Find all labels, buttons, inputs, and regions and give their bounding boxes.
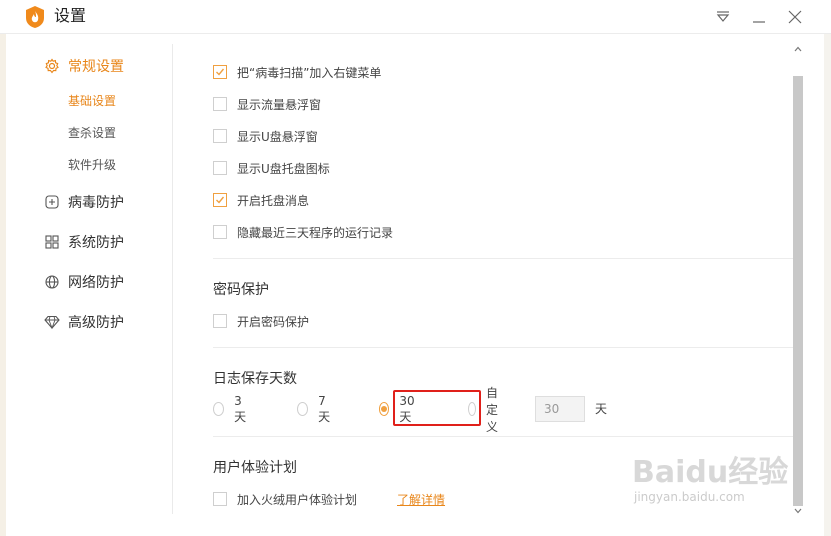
option-label: 显示U盘悬浮窗	[237, 129, 318, 144]
baidu-watermark: Baidu经验 jingyan.baidu.com	[632, 456, 822, 522]
learn-more-link[interactable]: 了解详情	[397, 491, 445, 508]
option-label: 加入火绒用户体验计划	[237, 492, 358, 507]
sidebar-item-label: 网络防护	[68, 275, 124, 291]
option-context-menu-scan[interactable]: 把“病毒扫描”加入右键菜单	[213, 63, 381, 81]
window-title: 设置	[54, 6, 87, 25]
vertical-scrollbar[interactable]	[792, 40, 804, 518]
radio-3-days[interactable]: 3天	[213, 394, 249, 424]
watermark-url: jingyan.baidu.com	[634, 490, 745, 504]
radio-label: 3天	[234, 393, 247, 424]
radio-label: 7天	[318, 393, 331, 424]
section-title-log-days: 日志保存天数	[213, 371, 297, 387]
sidebar-item-network-protection[interactable]: 网络防护	[44, 272, 124, 292]
plus-box-icon	[44, 194, 60, 210]
scroll-up-icon[interactable]	[792, 42, 804, 56]
menu-dropdown-icon[interactable]	[710, 5, 736, 29]
grid-icon	[44, 234, 60, 250]
app-logo-icon	[24, 5, 46, 29]
option-label: 开启密码保护	[237, 314, 310, 329]
checkbox[interactable]	[213, 97, 227, 111]
sidebar-item-label: 高级防护	[68, 315, 124, 331]
title-bar: 设置	[0, 0, 831, 34]
option-tray-messages[interactable]: 开启托盘消息	[213, 191, 309, 209]
checkbox[interactable]	[213, 314, 227, 328]
checkbox[interactable]	[213, 492, 227, 506]
option-usb-tray-icon[interactable]: 显示U盘托盘图标	[213, 159, 330, 177]
section-divider	[213, 347, 793, 348]
checkbox[interactable]	[213, 129, 227, 143]
checkbox[interactable]	[213, 161, 227, 175]
radio-button[interactable]	[468, 402, 476, 416]
radio-7-days[interactable]: 7天	[297, 394, 333, 424]
days-unit-label: 天	[595, 402, 608, 416]
subitem-scan-settings[interactable]: 查杀设置	[68, 124, 116, 142]
section-title-password: 密码保护	[213, 282, 269, 298]
option-traffic-float-window[interactable]: 显示流量悬浮窗	[213, 95, 321, 113]
radio-button[interactable]	[297, 402, 309, 416]
globe-icon	[44, 274, 60, 290]
sidebar-item-system-protection[interactable]: 系统防护	[44, 232, 124, 252]
section-divider	[213, 436, 793, 437]
radio-custom[interactable]: 自定义	[468, 386, 504, 434]
option-label: 开启托盘消息	[237, 193, 310, 208]
sidebar-item-virus-protection[interactable]: 病毒防护	[44, 192, 124, 212]
checkbox-checked[interactable]	[213, 65, 227, 79]
radio-button-checked[interactable]	[379, 402, 390, 416]
checkbox-checked[interactable]	[213, 193, 227, 207]
background-edge-right	[824, 34, 831, 536]
sidebar-item-general[interactable]: 常规设置	[44, 56, 124, 76]
minimize-button[interactable]	[746, 5, 772, 29]
option-label: 显示U盘托盘图标	[237, 161, 330, 176]
gear-icon	[44, 58, 60, 74]
option-password-protection[interactable]: 开启密码保护	[213, 312, 309, 330]
section-title-experience-plan: 用户体验计划	[213, 460, 297, 476]
sidebar-item-label: 系统防护	[68, 235, 124, 251]
sidebar-item-label: 病毒防护	[68, 195, 124, 211]
scrollbar-thumb[interactable]	[793, 76, 803, 506]
sidebar-item-advanced-protection[interactable]: 高级防护	[44, 312, 124, 332]
option-label: 显示流量悬浮窗	[237, 97, 322, 112]
watermark-logo: Baidu经验	[632, 455, 789, 490]
sidebar-item-label: 常规设置	[68, 59, 124, 75]
subitem-software-upgrade[interactable]: 软件升级	[68, 156, 116, 174]
diamond-icon	[44, 314, 60, 330]
radio-button[interactable]	[213, 402, 225, 416]
sidebar: 常规设置 基础设置 查杀设置 软件升级 病毒防护 系统防护 网络防护 高级防护	[6, 34, 172, 536]
checkbox[interactable]	[213, 225, 227, 239]
custom-days-input[interactable]	[535, 396, 585, 422]
option-join-experience-plan[interactable]: 加入火绒用户体验计划 了解详情	[213, 490, 445, 508]
section-divider	[213, 258, 793, 259]
option-label: 隐藏最近三天程序的运行记录	[237, 225, 394, 240]
close-button[interactable]	[782, 5, 808, 29]
option-label: 把“病毒扫描”加入右键菜单	[237, 65, 382, 80]
option-usb-float-window[interactable]: 显示U盘悬浮窗	[213, 127, 318, 145]
option-hide-recent-records[interactable]: 隐藏最近三天程序的运行记录	[213, 223, 393, 241]
radio-label: 自定义	[486, 385, 499, 434]
subitem-basic-settings[interactable]: 基础设置	[68, 92, 116, 110]
